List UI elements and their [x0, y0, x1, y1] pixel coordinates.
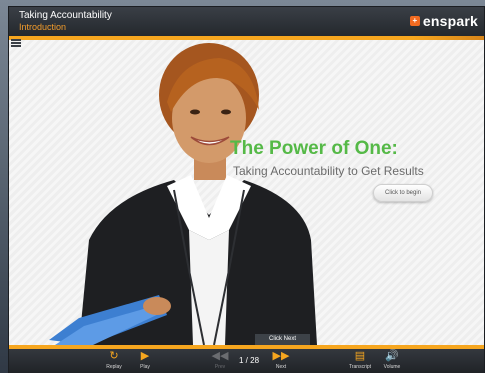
- section-title: Introduction: [19, 22, 67, 32]
- menu-icon[interactable]: [11, 38, 21, 48]
- prev-button[interactable]: ◀◀ Prev: [205, 350, 235, 373]
- next-button[interactable]: ▶▶ Next: [266, 350, 296, 373]
- prev-label: Prev: [214, 364, 226, 370]
- brand-name: enspark: [422, 13, 478, 29]
- title-bar: Taking Accountability Introduction + ens…: [9, 7, 484, 36]
- transcript-button[interactable]: ▤ Transcript: [345, 350, 375, 373]
- brand-logo: + enspark: [409, 13, 478, 29]
- replay-icon: ↻: [109, 350, 119, 362]
- course-player-window: Taking Accountability Introduction + ens…: [8, 6, 485, 373]
- replay-label: Replay: [106, 364, 122, 370]
- course-title: Taking Accountability: [19, 10, 112, 21]
- click-to-begin-button[interactable]: Click to begin: [373, 184, 433, 202]
- slide-headline: The Power of One:: [230, 138, 398, 159]
- next-label: Next: [275, 364, 287, 370]
- playback-controls: ↻ Replay ▶ Play ◀◀ Prev 1 / 28 ▶▶ Next ▤…: [9, 349, 484, 373]
- transcript-icon: ▤: [354, 350, 366, 362]
- volume-icon: 🔊: [385, 350, 399, 362]
- play-icon: ▶: [140, 350, 150, 362]
- click-next-hint: Click Next: [255, 334, 310, 345]
- next-icon: ▶▶: [272, 350, 290, 362]
- volume-button[interactable]: 🔊 Volume: [377, 350, 407, 373]
- replay-button[interactable]: ↻ Replay: [99, 350, 129, 373]
- play-button[interactable]: ▶ Play: [130, 350, 160, 373]
- play-label: Play: [140, 364, 150, 370]
- presenter-photo: [49, 43, 317, 345]
- slide-stage: The Power of One: Taking Accountability …: [9, 40, 484, 345]
- page-counter: 1 / 28: [239, 356, 260, 365]
- prev-icon: ◀◀: [211, 350, 229, 362]
- slide-subheadline: Taking Accountability to Get Results: [233, 164, 424, 178]
- volume-label: Volume: [383, 364, 401, 370]
- transcript-label: Transcript: [348, 364, 372, 370]
- brand-mark-icon: +: [409, 16, 420, 26]
